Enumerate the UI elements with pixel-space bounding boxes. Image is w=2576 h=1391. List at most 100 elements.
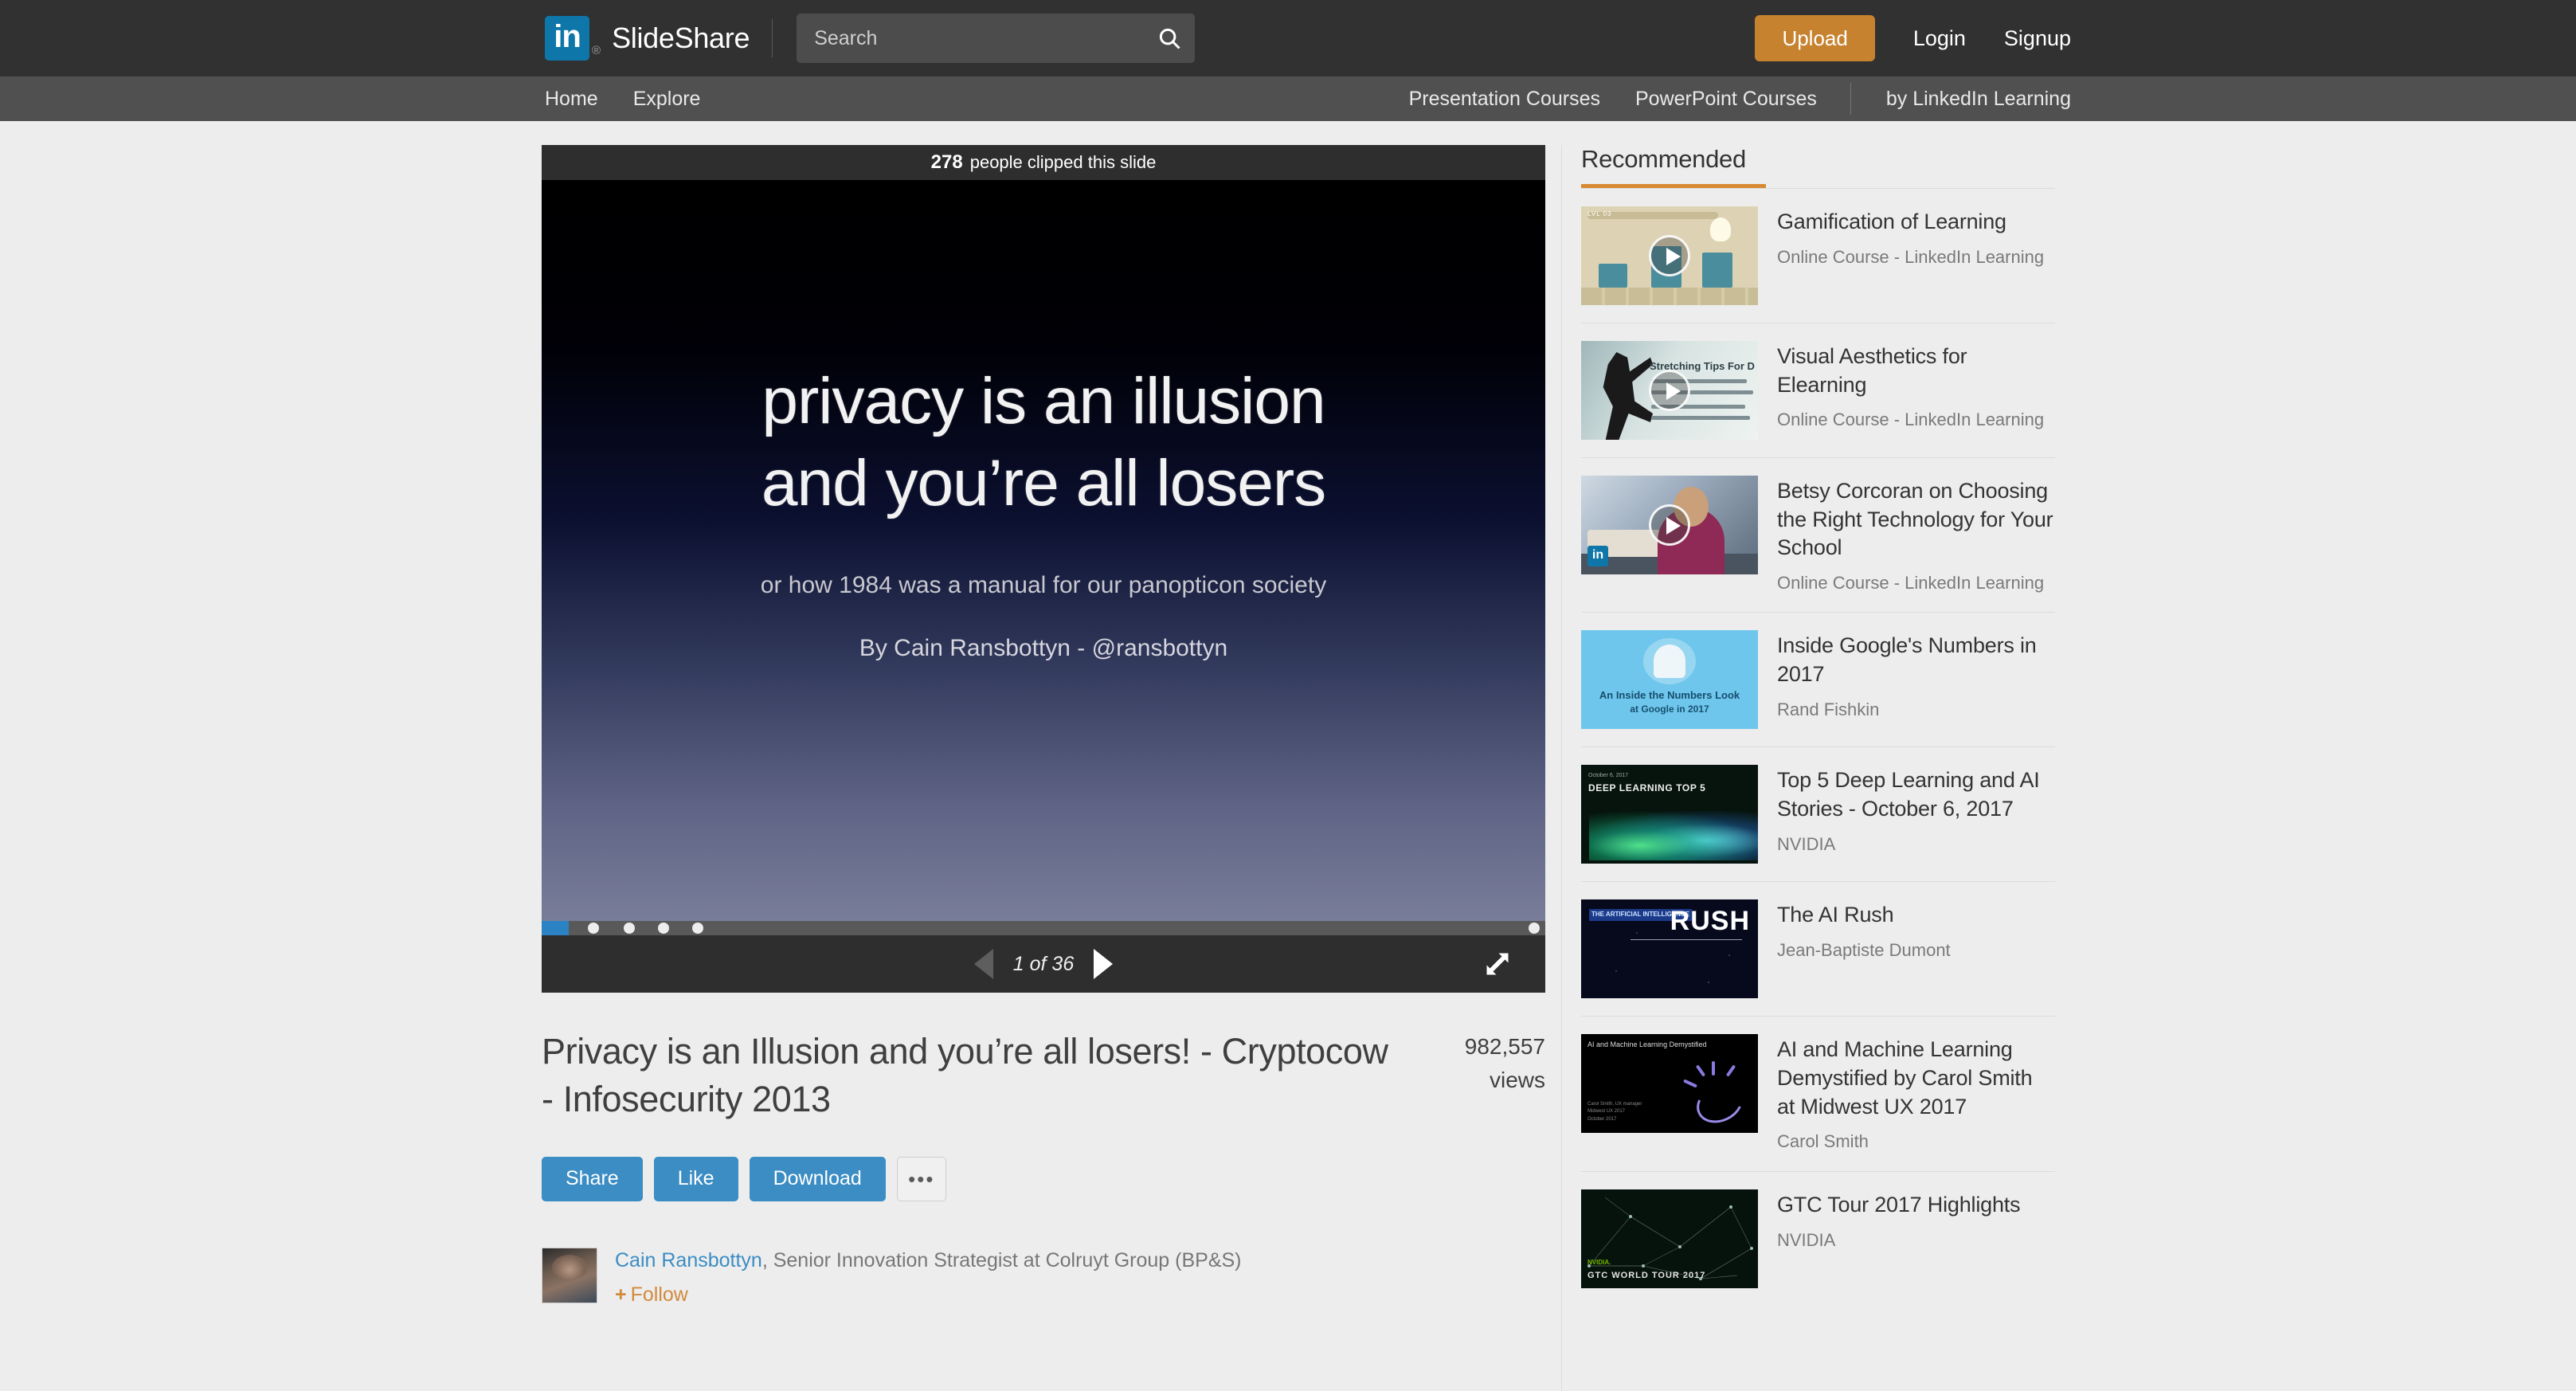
list-item-subtitle: Online Course - LinkedIn Learning (1777, 246, 2045, 267)
search-button[interactable] (1144, 14, 1195, 63)
list-item-subtitle: Online Course - LinkedIn Learning (1777, 572, 2045, 593)
progress-dot[interactable] (587, 923, 599, 934)
list-item-subtitle: Carol Smith (1777, 1131, 1869, 1152)
play-icon[interactable] (1649, 235, 1690, 276)
thumb-caption: GTC WORLD TOUR 2017 (1587, 1270, 1706, 1280)
list-item[interactable]: October 6, 2017 DEEP LEARNING TOP 5 Top … (1581, 747, 2055, 883)
share-button[interactable]: Share (542, 1156, 643, 1201)
avatar (542, 1247, 597, 1303)
deck-meta-left: Privacy is an Illusion and you’re all lo… (542, 1028, 1418, 1307)
list-item-title[interactable]: Gamification of Learning (1777, 208, 2055, 237)
thumb-caption: LVL 03 (1587, 210, 1612, 217)
list-item-text: Inside Google's Numbers in 2017 Rand Fis… (1777, 630, 2055, 729)
search-input[interactable] (797, 26, 1145, 50)
slide-author-credit: By Cain Ransbottyn - @ransbottyn (859, 634, 1228, 661)
subnav-separator (1850, 83, 1851, 115)
thumb-caption: AI and Machine Learning Demystified (1587, 1040, 1707, 1049)
list-item[interactable]: NVIDIA. GTC WORLD TOUR 2017 GTC Tour 201… (1581, 1172, 2055, 1306)
search-box[interactable] (797, 14, 1196, 63)
linkedin-logo-icon: in (545, 16, 589, 61)
more-options-button[interactable]: ••• (896, 1156, 946, 1201)
list-item-text: Gamification of Learning Online Course -… (1777, 206, 2055, 305)
list-item-title[interactable]: Visual Aesthetics for Elearning (1777, 343, 2055, 399)
list-item[interactable]: Stretching Tips For D Visual Aesthetics … (1581, 323, 2055, 458)
thumbnail: in (1581, 476, 1758, 574)
nvidia-mark: NVIDIA. (1587, 1258, 1611, 1266)
list-item[interactable]: LVL 03 Gamification of Learning Online C… (1581, 189, 2055, 323)
list-item-text: GTC Tour 2017 Highlights NVIDIA (1777, 1189, 2055, 1288)
deck-title: Privacy is an Illusion and you’re all lo… (542, 1031, 1388, 1119)
brand-block[interactable]: in ® SlideShare (545, 16, 750, 61)
search-icon (1160, 28, 1180, 49)
header-divider (772, 19, 773, 57)
list-item-title[interactable]: Betsy Corcoran on Choosing the Right Tec… (1777, 477, 2055, 562)
nav-presentation-courses[interactable]: Presentation Courses (1409, 88, 1600, 111)
signup-link[interactable]: Signup (2004, 26, 2071, 51)
next-slide-icon[interactable] (1094, 949, 1114, 979)
recommended-title: Recommended (1581, 145, 1746, 173)
thumb-shape (1581, 288, 1758, 305)
secondary-nav: Home Explore Presentation Courses PowerP… (0, 76, 2576, 121)
list-item[interactable]: AI and Machine Learning Demystified Caro… (1581, 1017, 2055, 1172)
subnav-right-group: Presentation Courses PowerPoint Courses … (1374, 76, 2071, 121)
list-item-subtitle: NVIDIA (1777, 833, 1836, 854)
slide-title-line1: privacy is an illusion (761, 365, 1325, 437)
list-item-title[interactable]: Top 5 Deep Learning and AI Stories - Oct… (1777, 766, 2055, 823)
thumb-caption-2: at Google in 2017 (1630, 703, 1709, 715)
list-item-title[interactable]: AI and Machine Learning Demystified by C… (1777, 1036, 2055, 1121)
download-button[interactable]: Download (749, 1156, 886, 1201)
lightbulb-icon (1710, 217, 1731, 241)
list-item-title[interactable]: Inside Google's Numbers in 2017 (1777, 632, 2055, 688)
clip-text: people clipped this slide (969, 152, 1157, 172)
brand-name: SlideShare (612, 22, 750, 54)
views-count: 982,557 (1464, 1034, 1545, 1059)
list-item[interactable]: in Betsy Corcoran on Choosing the Right … (1581, 458, 2055, 613)
thumbnail: NVIDIA. GTC WORLD TOUR 2017 (1581, 1189, 1758, 1288)
previous-slide-icon[interactable] (973, 949, 993, 979)
nav-powerpoint-courses[interactable]: PowerPoint Courses (1635, 88, 1817, 111)
linkedin-badge-icon: in (1587, 546, 1608, 566)
thumbnail: Stretching Tips For D (1581, 341, 1758, 440)
progress-dot[interactable] (1528, 923, 1540, 934)
nav-home[interactable]: Home (545, 88, 598, 111)
list-item-title[interactable]: GTC Tour 2017 Highlights (1777, 1191, 2055, 1220)
views-box: 982,557 views (1418, 1028, 1545, 1307)
thumb-shape (1631, 939, 1742, 941)
thumb-caption: RUSH (1670, 906, 1750, 937)
plus-icon: + (615, 1283, 627, 1306)
list-item-subtitle: NVIDIA (1777, 1229, 1836, 1250)
author-row: Cain Ransbottyn, Senior Innovation Strat… (542, 1247, 1394, 1307)
top-header: in ® SlideShare Upload Login Signup (0, 0, 2576, 76)
upload-button[interactable]: Upload (1755, 15, 1875, 61)
slide-progress-bar[interactable] (542, 921, 1545, 935)
list-item-title[interactable]: The AI Rush (1777, 901, 2055, 930)
clip-count: 278 (930, 151, 963, 173)
clip-banner: 278 people clipped this slide (542, 145, 1545, 180)
thumb-shape (1589, 811, 1758, 861)
author-role: , Senior Innovation Strategist at Colruy… (761, 1248, 1242, 1271)
fullscreen-button[interactable] (1483, 950, 1512, 978)
progress-dot[interactable] (658, 923, 670, 934)
list-item[interactable]: An Inside the Numbers Look at Google in … (1581, 613, 2055, 748)
list-item[interactable]: THE ARTIFICIAL INTELLIGENCE RUSH The AI … (1581, 882, 2055, 1017)
login-link[interactable]: Login (1913, 26, 1966, 51)
like-button[interactable]: Like (653, 1156, 738, 1201)
follow-button[interactable]: + Follow (615, 1283, 688, 1307)
slide-stage[interactable]: privacy is an illusion and you’re all lo… (542, 180, 1545, 921)
header-actions: Upload Login Signup (1755, 0, 2576, 76)
follow-label: Follow (630, 1283, 688, 1306)
silhouette-shape (1603, 352, 1653, 440)
list-item-text: Visual Aesthetics for Elearning Online C… (1777, 341, 2055, 440)
views-label: views (1489, 1068, 1545, 1092)
progress-dot[interactable] (624, 923, 636, 934)
play-icon[interactable] (1649, 504, 1690, 546)
main-column: 278 people clipped this slide privacy is… (542, 145, 1545, 1391)
author-name-link[interactable]: Cain Ransbottyn (615, 1249, 762, 1271)
progress-dot[interactable] (692, 923, 703, 934)
nav-explore[interactable]: Explore (633, 88, 701, 111)
author-line: Cain Ransbottyn, Senior Innovation Strat… (615, 1249, 1242, 1272)
slide-counter: 1 of 36 (1012, 952, 1075, 975)
play-icon[interactable] (1649, 370, 1690, 411)
list-item-text: Betsy Corcoran on Choosing the Right Tec… (1777, 476, 2055, 594)
nav-by-linkedin-learning[interactable]: by LinkedIn Learning (1886, 88, 2071, 111)
